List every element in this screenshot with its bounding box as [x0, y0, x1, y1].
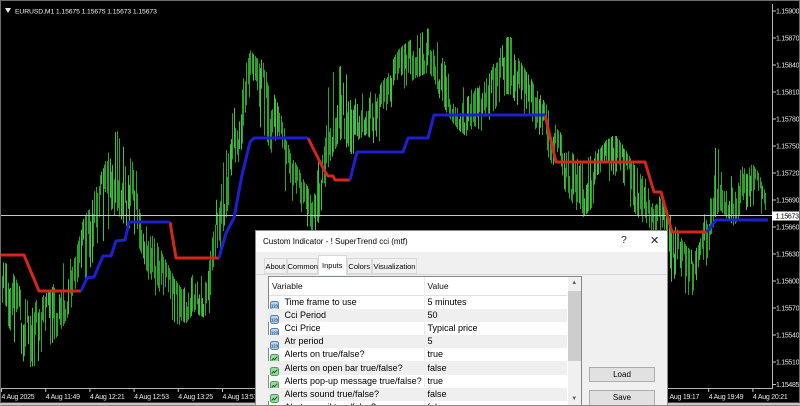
- svg-text:1.15750: 1.15750: [776, 144, 800, 151]
- svg-text:1.15540: 1.15540: [776, 333, 800, 340]
- svg-text:1.15510: 1.15510: [776, 360, 800, 367]
- svg-text:1.15630: 1.15630: [776, 252, 800, 259]
- svg-text:1.15600: 1.15600: [776, 279, 800, 286]
- svg-text:1.15870: 1.15870: [776, 36, 800, 43]
- svg-text:1.15673: 1.15673: [776, 214, 800, 221]
- svg-text:1.15810: 1.15810: [776, 90, 800, 97]
- svg-text:4 Aug 19:17: 4 Aug 19:17: [665, 394, 700, 401]
- svg-text:1.15900: 1.15900: [776, 9, 800, 16]
- svg-text:1.15660: 1.15660: [776, 225, 800, 232]
- svg-text:1.15570: 1.15570: [776, 306, 800, 313]
- svg-text:4 Aug 13:25: 4 Aug 13:25: [178, 394, 213, 401]
- svg-text:4 Aug 12:21: 4 Aug 12:21: [90, 394, 125, 401]
- svg-text:4 Aug 2025: 4 Aug 2025: [2, 394, 35, 401]
- svg-text:4 Aug 20:21: 4 Aug 20:21: [753, 394, 788, 401]
- svg-text:1.15720: 1.15720: [776, 171, 800, 178]
- svg-text:1.15690: 1.15690: [776, 198, 800, 205]
- svg-text:4 Aug 11:49: 4 Aug 11:49: [46, 394, 80, 401]
- svg-text:EURUSD,M1 1.15675 1.15675 1.1: EURUSD,M1 1.15675 1.15675 1.15673 1.1567…: [15, 9, 157, 16]
- svg-text:1.15780: 1.15780: [776, 117, 800, 124]
- svg-text:4 Aug 12:53: 4 Aug 12:53: [134, 394, 169, 401]
- svg-text:1.15485: 1.15485: [776, 382, 800, 389]
- svg-text:1.15840: 1.15840: [776, 63, 800, 70]
- svg-text:4 Aug 13:57: 4 Aug 13:57: [223, 394, 258, 401]
- svg-text:4 Aug 19:49: 4 Aug 19:49: [709, 394, 744, 401]
